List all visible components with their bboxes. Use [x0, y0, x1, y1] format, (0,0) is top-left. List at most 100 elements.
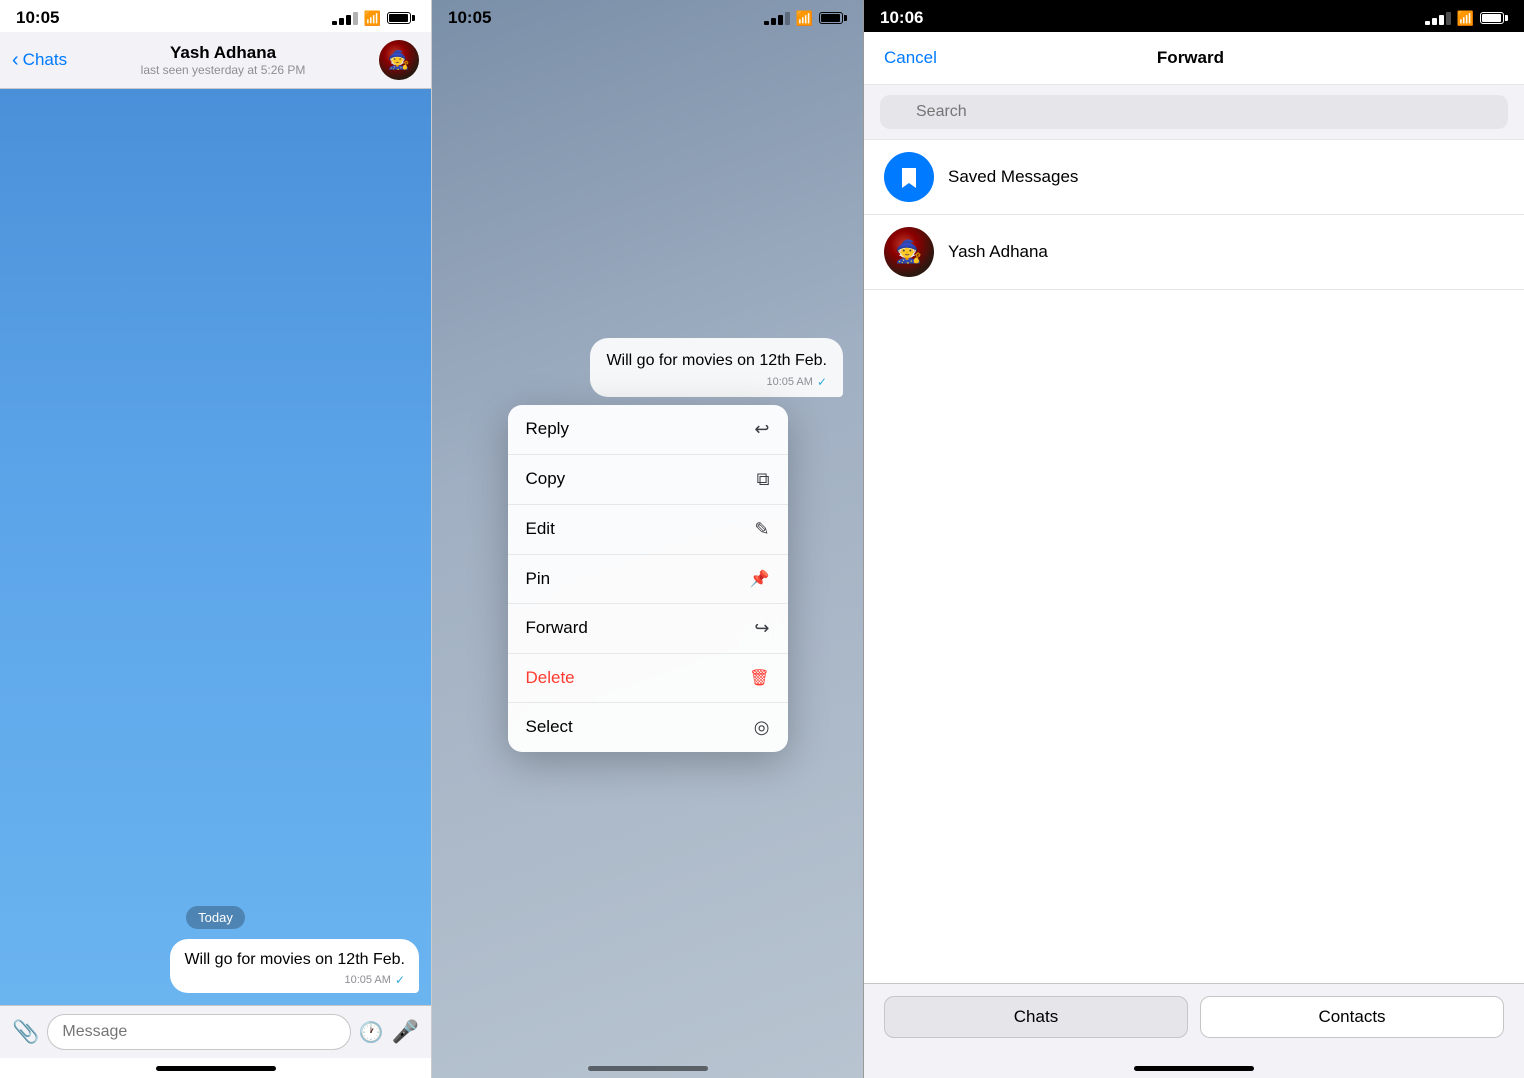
- signal-bar-f2: [1432, 18, 1437, 25]
- message-preview-context: Will go for movies on 12th Feb. 10:05 AM…: [590, 338, 843, 396]
- battery-body: [387, 12, 411, 24]
- tab-chats[interactable]: Chats: [884, 996, 1188, 1038]
- signal-bar-f3: [1439, 15, 1444, 25]
- home-indicator-chat: [0, 1058, 431, 1078]
- reply-label: Reply: [526, 419, 569, 439]
- battery-body-context: [819, 12, 843, 24]
- signal-bar-c2: [771, 18, 776, 25]
- contact-name: Yash Adhana: [170, 43, 276, 63]
- saved-messages-item[interactable]: Saved Messages: [864, 140, 1524, 215]
- forward-contacts-list: Saved Messages 🧙 Yash Adhana: [864, 140, 1524, 983]
- saved-messages-name: Saved Messages: [948, 167, 1078, 187]
- context-item-reply[interactable]: Reply ↩: [508, 405, 788, 455]
- back-label[interactable]: Chats: [23, 50, 67, 70]
- message-time: 10:05 AM: [344, 974, 390, 986]
- status-icons-context: 📶: [764, 10, 847, 27]
- attach-icon[interactable]: 📎: [12, 1019, 39, 1045]
- context-item-pin[interactable]: Pin 📌: [508, 555, 788, 604]
- delete-icon: 🗑: [749, 668, 769, 688]
- battery-icon-context: [819, 12, 847, 24]
- copy-icon: ⧉: [757, 469, 770, 490]
- copy-label: Copy: [526, 469, 566, 489]
- edit-label: Edit: [526, 519, 555, 539]
- signal-bar-c4: [785, 12, 790, 25]
- input-bar: 📎 🕐 🎤: [0, 1005, 431, 1058]
- cancel-button[interactable]: Cancel: [884, 48, 937, 68]
- message-meta: 10:05 AM ✓: [184, 973, 405, 987]
- status-time-forward: 10:06: [880, 8, 923, 28]
- contact-yash-name: Yash Adhana: [948, 242, 1048, 262]
- saved-messages-avatar: [884, 152, 934, 202]
- pin-icon: 📌: [750, 569, 770, 589]
- pin-label: Pin: [526, 569, 551, 589]
- date-badge: Today: [12, 909, 419, 927]
- forward-title: Forward: [1157, 48, 1224, 68]
- contact-status: last seen yesterday at 5:26 PM: [141, 63, 306, 77]
- emoji-icon[interactable]: 🕐: [359, 1020, 384, 1045]
- signal-bar-2: [339, 18, 344, 25]
- signal-bar-3: [346, 15, 351, 25]
- contact-yash-avatar: 🧙: [884, 227, 934, 277]
- forward-bottom-tabs: Chats Contacts: [864, 983, 1524, 1058]
- forward-header: Cancel Forward: [864, 32, 1524, 85]
- back-button[interactable]: ‹ Chats: [12, 49, 67, 72]
- signal-bar-f4: [1446, 12, 1451, 25]
- forward-icon: ↪: [754, 618, 769, 639]
- wifi-icon-forward: 📶: [1457, 10, 1474, 27]
- home-bar-context: [588, 1066, 708, 1071]
- forward-sheet: Cancel Forward 🔍 Saved Messages: [864, 32, 1524, 1078]
- signal-bar-c1: [764, 21, 769, 25]
- context-item-edit[interactable]: Edit ✎: [508, 505, 788, 555]
- wifi-icon: 📶: [364, 10, 381, 27]
- status-icons-chat: 📶: [332, 10, 415, 27]
- preview-text: Will go for movies on 12th Feb.: [606, 350, 827, 372]
- avatar-image: 🧙: [379, 40, 419, 80]
- back-chevron-icon: ‹: [12, 49, 19, 72]
- forward-panel: 10:06 📶 Cancel Forward: [864, 0, 1524, 1078]
- battery-fill: [389, 14, 408, 22]
- wifi-icon-context: 📶: [796, 10, 813, 27]
- battery-tip: [412, 15, 415, 21]
- context-item-select[interactable]: Select ◎: [508, 703, 788, 752]
- status-bar-chat: 10:05 📶: [0, 0, 431, 32]
- battery-body-forward: [1480, 12, 1504, 24]
- chat-panel: 10:05 📶 ‹ Chats Yash Adhana last: [0, 0, 432, 1078]
- contact-yash-item[interactable]: 🧙 Yash Adhana: [864, 215, 1524, 290]
- message-input[interactable]: [47, 1014, 350, 1050]
- context-item-forward[interactable]: Forward ↪: [508, 604, 788, 654]
- battery-icon-forward: [1480, 12, 1508, 24]
- mic-icon[interactable]: 🎤: [392, 1019, 419, 1045]
- battery-icon: [387, 12, 415, 24]
- signal-bar-c3: [778, 15, 783, 25]
- message-text: Will go for movies on 12th Feb.: [184, 949, 405, 971]
- nav-bar-chat: ‹ Chats Yash Adhana last seen yesterday …: [0, 32, 431, 89]
- contact-avatar-chat[interactable]: 🧙: [379, 40, 419, 80]
- preview-meta: 10:05 AM ✓: [606, 375, 827, 389]
- edit-icon: ✎: [754, 519, 769, 540]
- delete-label: Delete: [526, 668, 575, 688]
- nav-center: Yash Adhana last seen yesterday at 5:26 …: [141, 43, 306, 77]
- chat-background: Today Will go for movies on 12th Feb. 10…: [0, 89, 431, 1005]
- home-bar-forward: [1134, 1066, 1254, 1071]
- battery-tip-context: [844, 15, 847, 21]
- forward-search-bar: 🔍: [864, 85, 1524, 140]
- context-item-delete[interactable]: Delete 🗑: [508, 654, 788, 703]
- home-indicator-context: [432, 1058, 863, 1078]
- status-icons-forward: 📶: [1425, 10, 1508, 27]
- context-panel: 10:05 📶 Will go for movies on 12th Feb.: [432, 0, 864, 1078]
- status-bar-context: 10:05 📶: [432, 0, 863, 32]
- search-input[interactable]: [880, 95, 1508, 129]
- battery-fill-forward: [1482, 14, 1501, 22]
- select-label: Select: [526, 717, 573, 737]
- message-bubble[interactable]: Will go for movies on 12th Feb. 10:05 AM…: [170, 939, 419, 993]
- status-time-chat: 10:05: [16, 8, 59, 28]
- battery-fill-context: [821, 14, 840, 22]
- message-check-icon: ✓: [395, 973, 405, 987]
- context-item-copy[interactable]: Copy ⧉: [508, 455, 788, 505]
- bookmark-icon: [895, 163, 923, 191]
- tab-contacts[interactable]: Contacts: [1200, 996, 1504, 1038]
- signal-bar-4: [353, 12, 358, 25]
- preview-time: 10:05 AM: [766, 376, 812, 388]
- context-content: Will go for movies on 12th Feb. 10:05 AM…: [432, 32, 863, 1058]
- date-badge-label: Today: [186, 906, 245, 929]
